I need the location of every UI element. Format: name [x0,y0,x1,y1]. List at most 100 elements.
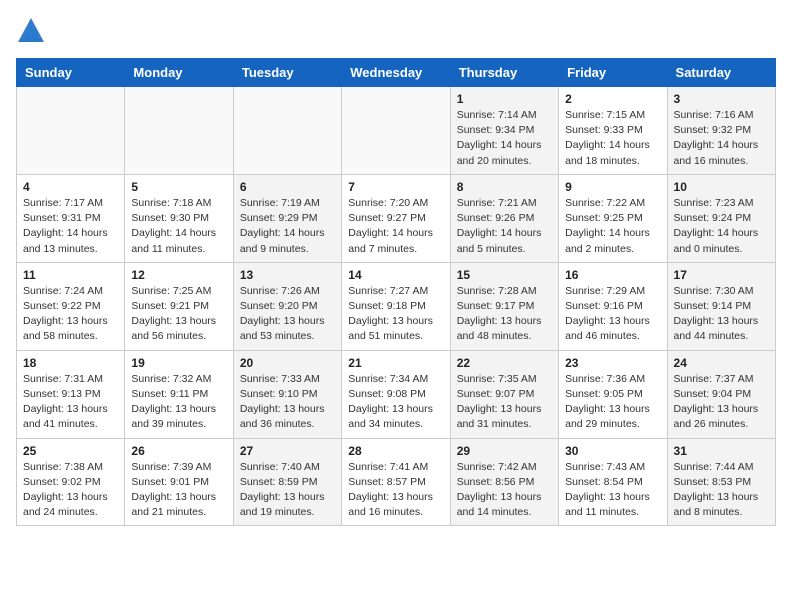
calendar-day: 9 Sunrise: 7:22 AM Sunset: 9:25 PM Daylig… [559,174,667,262]
day-number: 2 [565,92,660,106]
calendar-day: 28 Sunrise: 7:41 AM Sunset: 8:57 PM Dayli… [342,438,450,526]
day-info: Sunrise: 7:39 AM Sunset: 9:01 PM Dayligh… [131,460,226,521]
calendar-week-3: 11Sunrise: 7:24 AM Sunset: 9:22 PM Dayli… [17,262,776,350]
calendar-day: 15 Sunrise: 7:28 AM Sunset: 9:17 PM Dayli… [450,262,558,350]
calendar-day: 30Sunrise: 7:43 AM Sunset: 8:54 PM Dayli… [559,438,667,526]
calendar-day: 25 Sunrise: 7:38 AM Sunset: 9:02 PM Dayli… [17,438,125,526]
calendar-day: 19 Sunrise: 7:32 AM Sunset: 9:11 PM Dayli… [125,350,233,438]
calendar-day: 6 Sunrise: 7:19 AM Sunset: 9:29 PM Daylig… [233,174,341,262]
day-number: 12 [131,268,226,282]
calendar-day: 26 Sunrise: 7:39 AM Sunset: 9:01 PM Dayli… [125,438,233,526]
calendar-week-2: 4 Sunrise: 7:17 AM Sunset: 9:31 PM Daylig… [17,174,776,262]
day-info: Sunrise: 7:37 AM Sunset: 9:04 PM Dayligh… [674,372,769,433]
day-info: Sunrise: 7:25 AM Sunset: 9:21 PM Dayligh… [131,284,226,345]
calendar-day: 20 Sunrise: 7:33 AM Sunset: 9:10 PM Dayli… [233,350,341,438]
day-number: 1 [457,92,552,106]
calendar-day [125,87,233,175]
calendar-day [17,87,125,175]
calendar-day: 14 Sunrise: 7:27 AM Sunset: 9:18 PM Dayli… [342,262,450,350]
day-number: 20 [240,356,335,370]
day-info: Sunrise: 7:24 AM Sunset: 9:22 PM Dayligh… [23,284,118,345]
day-info: Sunrise: 7:22 AM Sunset: 9:25 PM Dayligh… [565,196,660,257]
weekday-header-sunday: Sunday [17,59,125,87]
day-number: 25 [23,444,118,458]
calendar-day: 3 Sunrise: 7:16 AM Sunset: 9:32 PM Daylig… [667,87,775,175]
calendar-header: SundayMondayTuesdayWednesdayThursdayFrid… [17,59,776,87]
calendar-day: 2 Sunrise: 7:15 AM Sunset: 9:33 PM Daylig… [559,87,667,175]
calendar-day: 5 Sunrise: 7:18 AM Sunset: 9:30 PM Daylig… [125,174,233,262]
calendar-day: 1 Sunrise: 7:14 AM Sunset: 9:34 PM Daylig… [450,87,558,175]
calendar-day [342,87,450,175]
weekday-header-tuesday: Tuesday [233,59,341,87]
day-info: Sunrise: 7:23 AM Sunset: 9:24 PM Dayligh… [674,196,769,257]
day-number: 26 [131,444,226,458]
day-info: Sunrise: 7:40 AM Sunset: 8:59 PM Dayligh… [240,460,335,521]
calendar-day: 11Sunrise: 7:24 AM Sunset: 9:22 PM Dayli… [17,262,125,350]
day-number: 30 [565,444,660,458]
calendar-day: 22 Sunrise: 7:35 AM Sunset: 9:07 PM Dayli… [450,350,558,438]
day-info: Sunrise: 7:29 AM Sunset: 9:16 PM Dayligh… [565,284,660,345]
day-info: Sunrise: 7:18 AM Sunset: 9:30 PM Dayligh… [131,196,226,257]
calendar-day: 23 Sunrise: 7:36 AM Sunset: 9:05 PM Dayli… [559,350,667,438]
day-number: 19 [131,356,226,370]
calendar-day: 29Sunrise: 7:42 AM Sunset: 8:56 PM Dayli… [450,438,558,526]
weekday-header-thursday: Thursday [450,59,558,87]
calendar-day: 12 Sunrise: 7:25 AM Sunset: 9:21 PM Dayli… [125,262,233,350]
day-info: Sunrise: 7:30 AM Sunset: 9:14 PM Dayligh… [674,284,769,345]
weekday-header-monday: Monday [125,59,233,87]
day-number: 21 [348,356,443,370]
calendar-day: 24 Sunrise: 7:37 AM Sunset: 9:04 PM Dayli… [667,350,775,438]
calendar-day: 31Sunrise: 7:44 AM Sunset: 8:53 PM Dayli… [667,438,775,526]
day-info: Sunrise: 7:33 AM Sunset: 9:10 PM Dayligh… [240,372,335,433]
calendar-day [233,87,341,175]
day-info: Sunrise: 7:17 AM Sunset: 9:31 PM Dayligh… [23,196,118,257]
calendar-week-1: 1 Sunrise: 7:14 AM Sunset: 9:34 PM Daylig… [17,87,776,175]
day-number: 4 [23,180,118,194]
weekday-header-wednesday: Wednesday [342,59,450,87]
day-info: Sunrise: 7:41 AM Sunset: 8:57 PM Dayligh… [348,460,443,521]
logo [16,16,50,46]
day-number: 28 [348,444,443,458]
calendar-week-4: 18Sunrise: 7:31 AM Sunset: 9:13 PM Dayli… [17,350,776,438]
day-info: Sunrise: 7:20 AM Sunset: 9:27 PM Dayligh… [348,196,443,257]
page-header [16,16,776,46]
day-number: 5 [131,180,226,194]
day-number: 3 [674,92,769,106]
day-number: 31 [674,444,769,458]
weekday-header-friday: Friday [559,59,667,87]
day-info: Sunrise: 7:26 AM Sunset: 9:20 PM Dayligh… [240,284,335,345]
day-number: 15 [457,268,552,282]
logo-icon [16,16,46,46]
calendar-body: 1 Sunrise: 7:14 AM Sunset: 9:34 PM Daylig… [17,87,776,526]
day-number: 14 [348,268,443,282]
day-info: Sunrise: 7:36 AM Sunset: 9:05 PM Dayligh… [565,372,660,433]
day-number: 27 [240,444,335,458]
weekday-header-saturday: Saturday [667,59,775,87]
calendar-day: 21Sunrise: 7:34 AM Sunset: 9:08 PM Dayli… [342,350,450,438]
day-number: 22 [457,356,552,370]
day-info: Sunrise: 7:16 AM Sunset: 9:32 PM Dayligh… [674,108,769,169]
day-number: 13 [240,268,335,282]
day-info: Sunrise: 7:21 AM Sunset: 9:26 PM Dayligh… [457,196,552,257]
calendar-day: 17Sunrise: 7:30 AM Sunset: 9:14 PM Dayli… [667,262,775,350]
day-number: 23 [565,356,660,370]
day-number: 16 [565,268,660,282]
calendar-day: 7Sunrise: 7:20 AM Sunset: 9:27 PM Daylig… [342,174,450,262]
calendar-day: 27 Sunrise: 7:40 AM Sunset: 8:59 PM Dayli… [233,438,341,526]
calendar-day: 13 Sunrise: 7:26 AM Sunset: 9:20 PM Dayli… [233,262,341,350]
day-number: 24 [674,356,769,370]
day-info: Sunrise: 7:28 AM Sunset: 9:17 PM Dayligh… [457,284,552,345]
day-info: Sunrise: 7:15 AM Sunset: 9:33 PM Dayligh… [565,108,660,169]
day-number: 6 [240,180,335,194]
day-number: 10 [674,180,769,194]
day-info: Sunrise: 7:27 AM Sunset: 9:18 PM Dayligh… [348,284,443,345]
day-info: Sunrise: 7:19 AM Sunset: 9:29 PM Dayligh… [240,196,335,257]
day-info: Sunrise: 7:35 AM Sunset: 9:07 PM Dayligh… [457,372,552,433]
day-number: 9 [565,180,660,194]
day-info: Sunrise: 7:38 AM Sunset: 9:02 PM Dayligh… [23,460,118,521]
day-info: Sunrise: 7:14 AM Sunset: 9:34 PM Dayligh… [457,108,552,169]
calendar-day: 8Sunrise: 7:21 AM Sunset: 9:26 PM Daylig… [450,174,558,262]
weekday-header-row: SundayMondayTuesdayWednesdayThursdayFrid… [17,59,776,87]
calendar-day: 18Sunrise: 7:31 AM Sunset: 9:13 PM Dayli… [17,350,125,438]
day-info: Sunrise: 7:32 AM Sunset: 9:11 PM Dayligh… [131,372,226,433]
